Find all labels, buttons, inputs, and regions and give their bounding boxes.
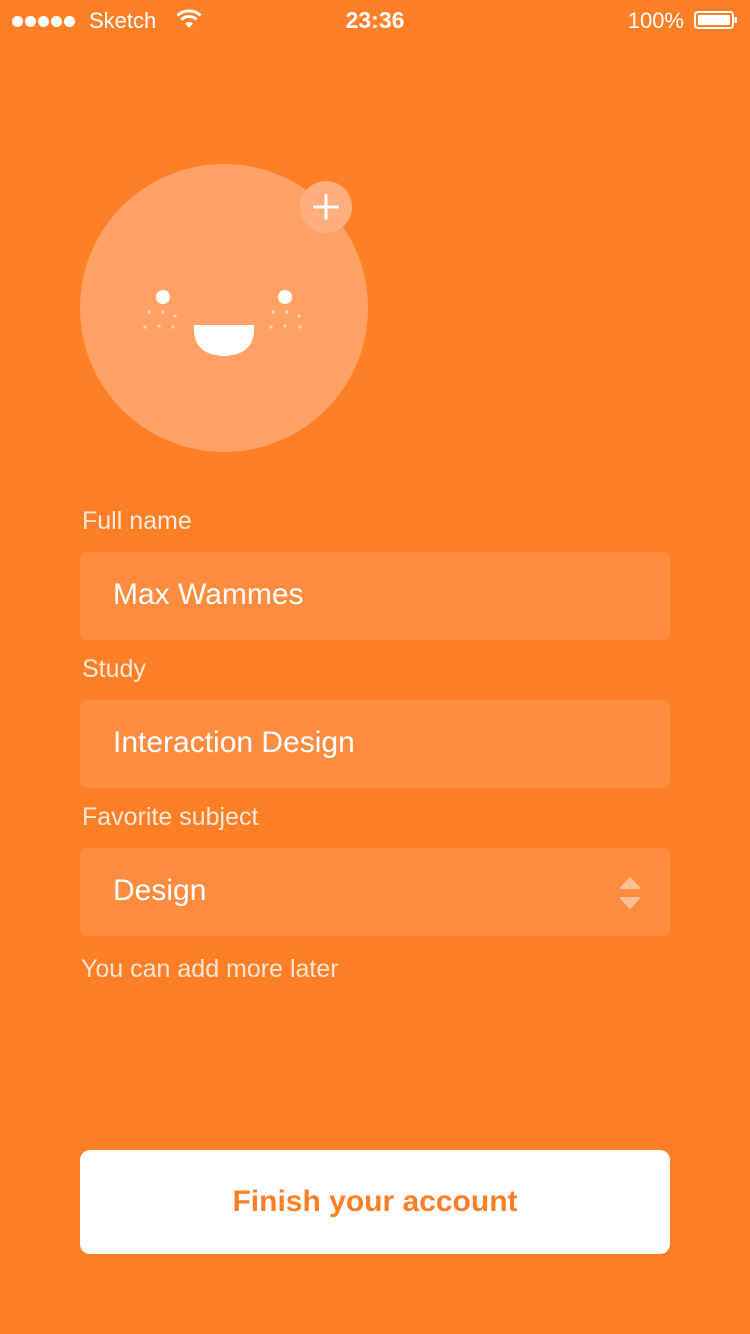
study-value: Interaction Design [113, 726, 355, 759]
full-name-field[interactable]: Max Wammes [80, 552, 670, 640]
full-name-label: Full name [82, 507, 192, 535]
status-bar: Sketch 23:36 100% [0, 0, 750, 40]
study-label: Study [82, 655, 146, 683]
hint-text: You can add more later [81, 955, 339, 983]
battery-percent: 100% [627, 8, 684, 33]
add-photo-button[interactable] [300, 181, 352, 233]
favorite-subject-value: Design [113, 874, 207, 907]
plus-icon [313, 194, 339, 220]
select-chevrons-icon [620, 877, 640, 909]
favorite-subject-label: Favorite subject [82, 803, 259, 831]
full-name-value: Max Wammes [113, 578, 304, 611]
finish-account-button[interactable]: Finish your account [80, 1150, 670, 1254]
favorite-subject-select[interactable]: Design [80, 848, 670, 936]
battery-icon [694, 11, 737, 29]
study-field[interactable]: Interaction Design [80, 700, 670, 788]
